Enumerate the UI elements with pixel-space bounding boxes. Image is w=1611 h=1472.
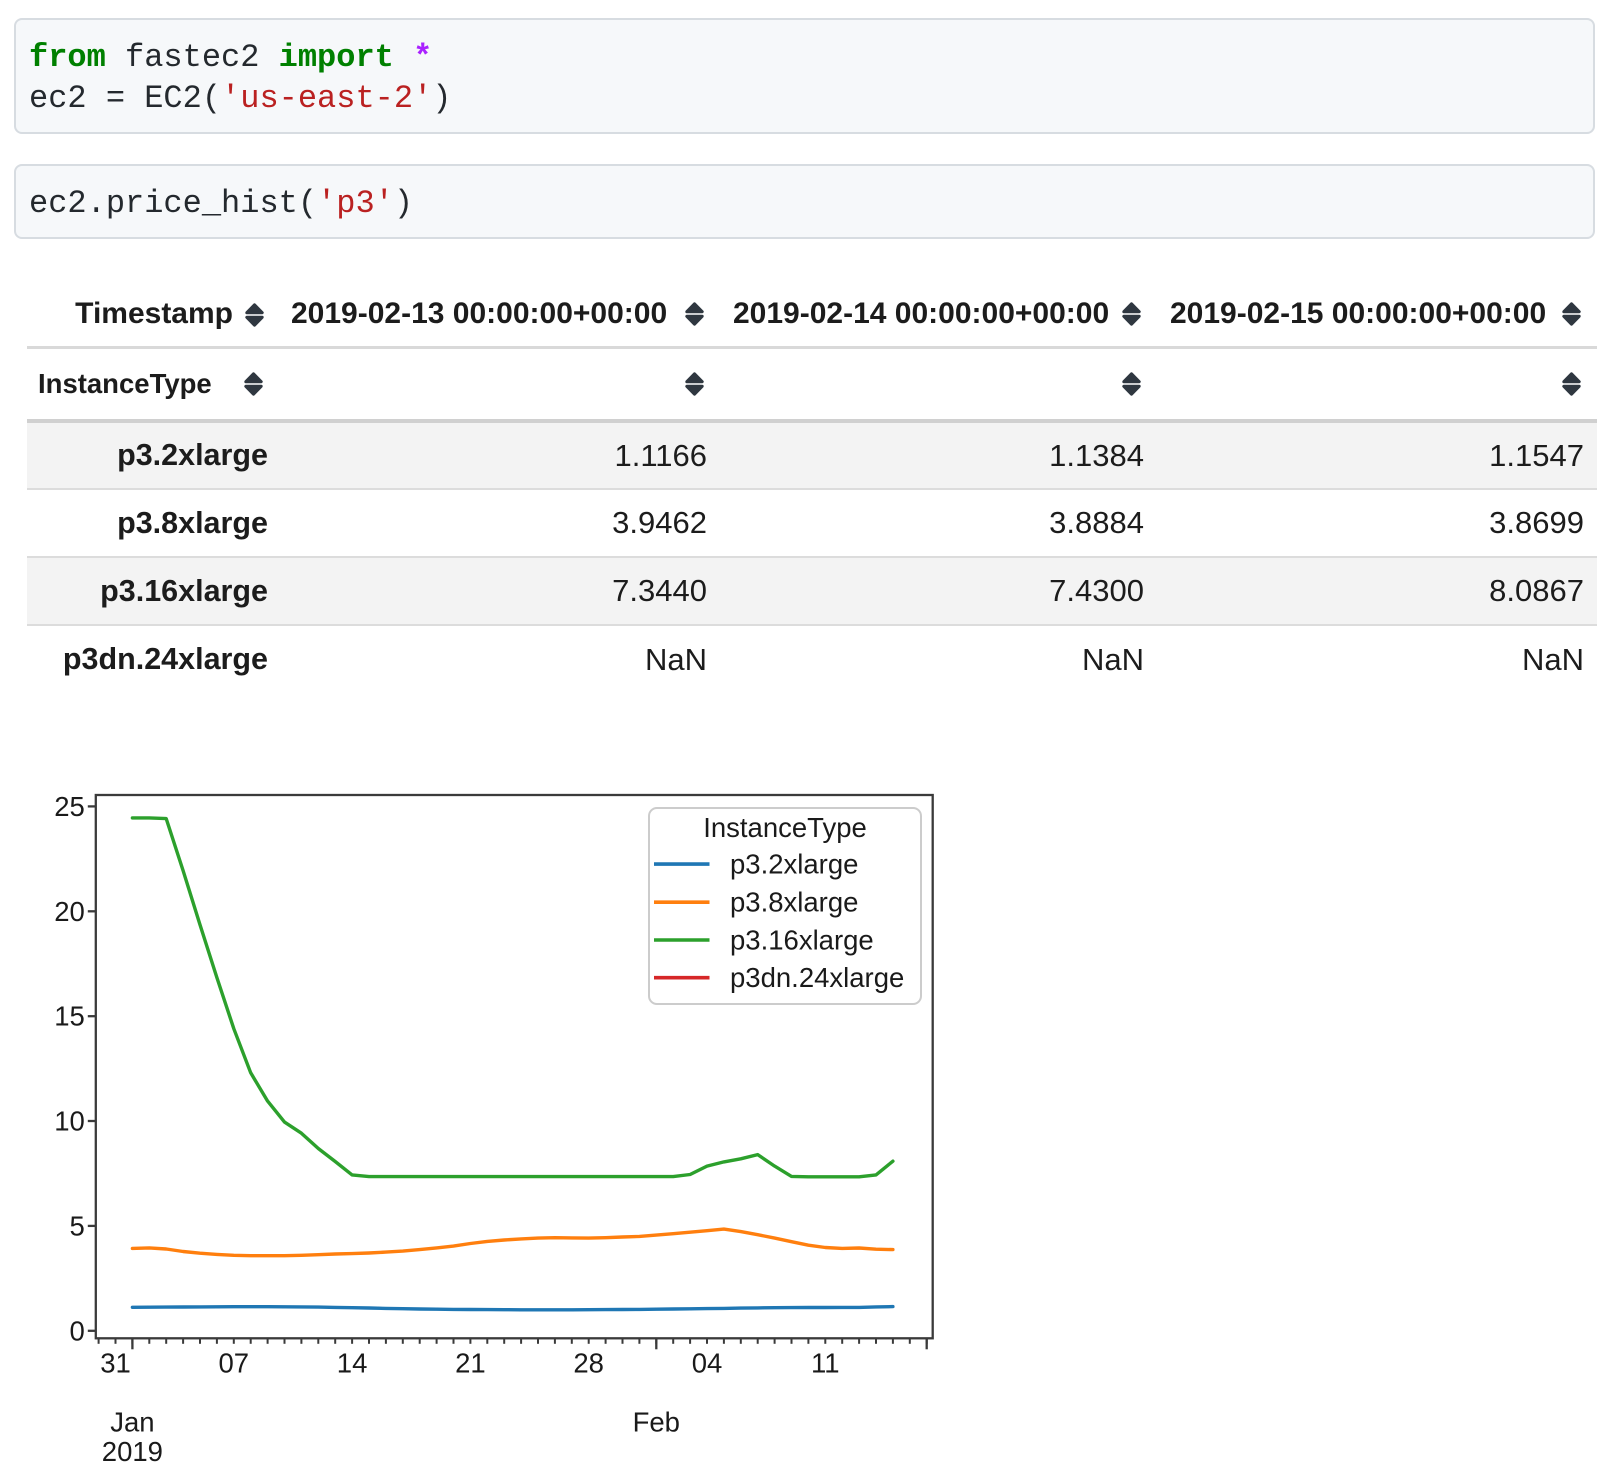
svg-text:p3.16xlarge: p3.16xlarge xyxy=(730,925,874,956)
svg-text:10: 10 xyxy=(54,1106,85,1137)
svg-text:04: 04 xyxy=(692,1347,723,1378)
svg-text:Feb: Feb xyxy=(633,1406,680,1437)
svg-text:20: 20 xyxy=(54,896,85,927)
svg-text:21: 21 xyxy=(455,1347,486,1378)
svg-text:0: 0 xyxy=(70,1315,85,1346)
svg-text:07: 07 xyxy=(219,1347,250,1378)
svg-text:11: 11 xyxy=(811,1347,840,1378)
svg-text:p3.8xlarge: p3.8xlarge xyxy=(730,887,858,918)
svg-text:14: 14 xyxy=(337,1347,368,1378)
svg-text:2019: 2019 xyxy=(102,1436,163,1467)
svg-text:p3dn.24xlarge: p3dn.24xlarge xyxy=(730,962,904,993)
svg-text:25: 25 xyxy=(54,791,85,822)
svg-text:28: 28 xyxy=(573,1347,604,1378)
svg-text:p3.2xlarge: p3.2xlarge xyxy=(730,849,858,880)
svg-text:InstanceType: InstanceType xyxy=(703,812,867,843)
svg-text:5: 5 xyxy=(70,1210,85,1241)
svg-text:31: 31 xyxy=(100,1347,131,1378)
svg-text:Jan: Jan xyxy=(110,1406,154,1437)
svg-text:15: 15 xyxy=(54,1001,85,1032)
